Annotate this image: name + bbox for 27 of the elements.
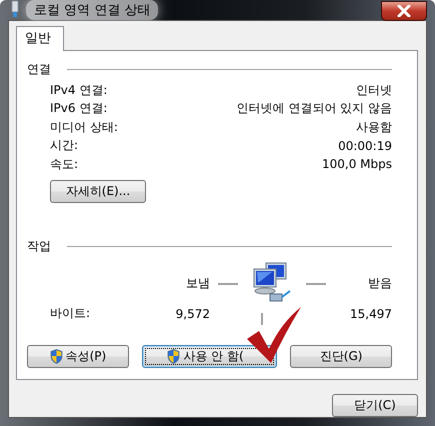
action-button[interactable]: 진단(G): [290, 344, 392, 368]
field-label: 미디어 상태:: [50, 118, 118, 136]
tab[interactable]: 일반: [16, 26, 64, 51]
field-value: 사용함: [356, 118, 392, 136]
field-label: 시간:: [50, 137, 78, 154]
received-label: 받음: [367, 275, 392, 292]
bytes-sent: 9,572: [174, 306, 210, 320]
field-value: 인터넷에 연결되어 있지 않음: [236, 100, 392, 118]
group-heading: 연결: [27, 61, 51, 78]
network-plug-icon: [10, 0, 20, 20]
field-label: 속도:: [50, 156, 78, 173]
close-dialog-button[interactable]: 닫기(C): [332, 394, 418, 417]
close-button[interactable]: [381, 1, 427, 21]
bytes-received: 15,497: [349, 306, 392, 320]
close-icon: [397, 5, 411, 17]
details-button[interactable]: 자세히(E)...: [50, 180, 146, 202]
field-label: IPv6 연결:: [50, 100, 108, 118]
field-label: IPv4 연결:: [50, 82, 108, 99]
window-title: 로컬 영역 연결 상태: [26, 0, 158, 20]
field-value: 100,0 Mbps: [322, 157, 392, 172]
field-value: 00:00:19: [338, 138, 392, 153]
sent-label: 보냄: [185, 275, 210, 292]
group-heading: 작업: [27, 238, 51, 254]
action-button[interactable]: 사용 안 함(: [142, 344, 278, 368]
bytes-label: 바이트:: [49, 305, 92, 322]
field-value: 인터넷: [356, 82, 392, 99]
action-button[interactable]: 속성(P): [27, 344, 129, 368]
